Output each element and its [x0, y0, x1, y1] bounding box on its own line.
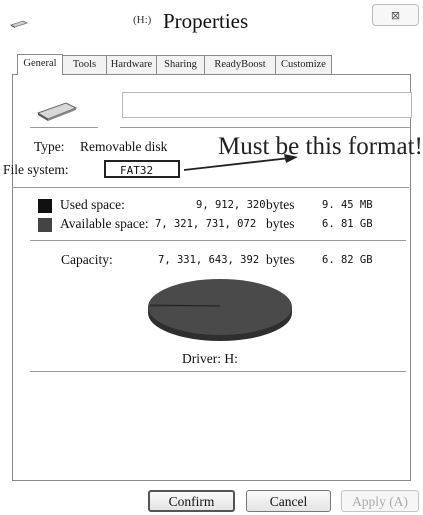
available-space-swatch [38, 218, 52, 232]
type-value: Removable disk [80, 139, 168, 154]
tab-general[interactable]: General [17, 54, 63, 75]
available-space-label: Available space: [60, 216, 149, 231]
divider [30, 240, 406, 241]
used-space-swatch [38, 199, 52, 213]
tab-tools[interactable]: Tools [62, 55, 107, 74]
apply-button[interactable]: Apply (A) [341, 490, 419, 512]
drive-letter-label: Driver: H: [182, 351, 238, 366]
confirm-button[interactable]: Confirm [148, 490, 235, 512]
title-bar: (H:) Properties ⊠ [0, 0, 423, 44]
tab-hardware[interactable]: Hardware [106, 55, 157, 74]
divider [12, 187, 409, 188]
type-label: Type: [34, 139, 65, 154]
divider [30, 371, 406, 372]
available-space-unit: bytes [266, 216, 295, 231]
tab-customize[interactable]: Customize [275, 55, 332, 74]
available-space-size: 6. 81 GB [322, 218, 373, 230]
annotation-arrow [183, 154, 298, 171]
used-space-size: 9. 45 MB [322, 199, 373, 211]
used-space-unit: bytes [266, 197, 295, 212]
capacity-bytes: 7, 331, 643, 392 [158, 254, 260, 266]
used-space-bytes: 9, 912, 320 [196, 199, 266, 211]
usage-pie-chart [148, 279, 292, 341]
window-title-drive: (H:) [133, 14, 152, 26]
tab-readyboost[interactable]: ReadyBoost [204, 55, 276, 74]
capacity-label: Capacity: [61, 252, 113, 267]
file-system-value: FAT32 [104, 160, 180, 178]
drive-name-input[interactable] [122, 92, 412, 118]
removable-disk-icon [36, 102, 78, 121]
cancel-button[interactable]: Cancel [246, 490, 331, 512]
used-space-label: Used space: [60, 197, 125, 212]
tab-sharing[interactable]: Sharing [156, 55, 205, 74]
divider [30, 127, 98, 128]
capacity-unit: bytes [266, 252, 295, 267]
drive-icon [10, 20, 28, 28]
close-button[interactable]: ⊠ [372, 4, 419, 26]
window-title: Properties [163, 9, 249, 33]
file-system-label: File system: [3, 162, 69, 177]
capacity-size: 6. 82 GB [322, 254, 373, 266]
close-icon: ⊠ [390, 8, 401, 22]
available-space-bytes: 7, 321, 731, 072 [155, 218, 257, 230]
divider [120, 127, 410, 128]
